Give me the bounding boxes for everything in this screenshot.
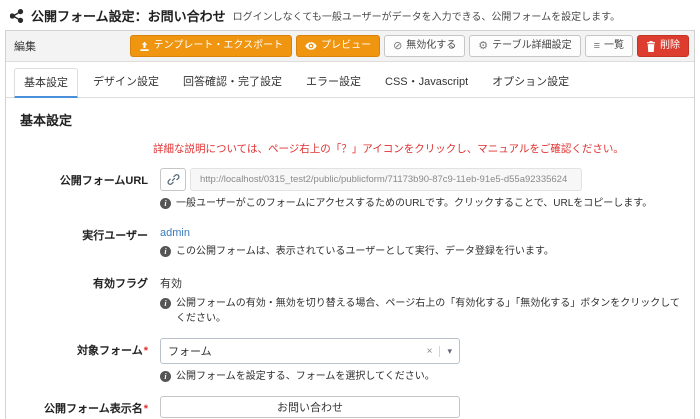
- disable-label: 無効化する: [406, 40, 456, 52]
- info-icon: i: [160, 246, 171, 257]
- field-row-public-form-url: 公開フォームURL http://localhost/0315_test2/pu…: [20, 168, 680, 211]
- page-subtitle: ログインしなくても一般ユーザーがデータを入力できる、公開フォームを設定します。: [233, 8, 621, 23]
- display-name-label: 公開フォーム表示名*: [20, 396, 160, 419]
- enabled-flag-info: 公開フォームの有効・無効を切り替える場合、ページ右上の「有効化する」「無効化する…: [176, 296, 680, 326]
- field-row-enabled-flag: 有効フラグ 有効 i 公開フォームの有効・無効を切り替える場合、ページ右上の「有…: [20, 271, 680, 326]
- link-icon: [167, 173, 180, 186]
- settings-tabs: 基本設定 デザイン設定 回答確認・完了設定 エラー設定 CSS・Javascri…: [6, 62, 694, 98]
- run-user-value[interactable]: admin: [160, 223, 190, 239]
- tab-css-javascript[interactable]: CSS・Javascript: [376, 68, 477, 97]
- run-user-info: この公開フォームは、表示されているユーザーとして実行、データ登録を行います。: [176, 244, 554, 259]
- template-export-label: テンプレート・エクスポート: [154, 40, 283, 52]
- field-row-run-user: 実行ユーザー admin i この公開フォームは、表示されているユーザーとして実…: [20, 223, 680, 259]
- toolbar: 編集 テンプレート・エクスポート プレビュー ⊘ 無効化する ⚙ テーブル詳細設…: [6, 31, 694, 62]
- public-form-url-label: 公開フォームURL: [20, 168, 160, 211]
- target-form-value: フォーム: [168, 343, 423, 359]
- trash-icon: [646, 41, 656, 52]
- table-settings-label: テーブル詳細設定: [492, 40, 571, 52]
- tab-basic-settings[interactable]: 基本設定: [14, 68, 78, 98]
- list-label: 一覧: [604, 40, 624, 52]
- page-title: 公開フォーム設定：お問い合わせ: [31, 6, 226, 25]
- display-name-label-text: 公開フォーム表示名: [44, 403, 143, 415]
- ban-icon: ⊘: [393, 41, 402, 52]
- export-icon: [139, 41, 150, 52]
- edit-mode-label: 編集: [11, 38, 36, 54]
- public-form-url-info: 一般ユーザーがこのフォームにアクセスするためのURLです。クリックすることで、U…: [176, 196, 652, 211]
- required-mark: *: [144, 345, 148, 357]
- list-icon: ≡: [594, 41, 600, 52]
- target-form-select[interactable]: フォーム × ▾: [160, 338, 460, 364]
- gear-icon: ⚙: [478, 41, 488, 52]
- info-icon: i: [160, 198, 171, 209]
- tab-design-settings[interactable]: デザイン設定: [84, 68, 168, 97]
- tab-confirm-complete-settings[interactable]: 回答確認・完了設定: [174, 68, 291, 97]
- target-form-label-text: 対象フォーム: [77, 345, 143, 357]
- tab-error-settings[interactable]: エラー設定: [297, 68, 370, 97]
- page-header: 公開フォーム設定：お問い合わせ ログインしなくても一般ユーザーがデータを入力でき…: [0, 0, 700, 30]
- template-export-button[interactable]: テンプレート・エクスポート: [130, 35, 292, 57]
- delete-button[interactable]: 削除: [637, 35, 689, 57]
- clear-icon[interactable]: ×: [423, 346, 440, 357]
- share-icon: [10, 9, 24, 23]
- preview-label: プレビュー: [321, 40, 371, 52]
- section-heading: 基本設定: [20, 110, 680, 129]
- preview-icon: [305, 40, 317, 52]
- tab-option-settings[interactable]: オプション設定: [483, 68, 578, 97]
- display-name-input[interactable]: [160, 396, 460, 418]
- preview-button[interactable]: プレビュー: [296, 35, 380, 57]
- table-settings-button[interactable]: ⚙ テーブル詳細設定: [469, 35, 580, 57]
- target-form-label: 対象フォーム*: [20, 338, 160, 384]
- delete-label: 削除: [660, 40, 680, 52]
- main-frame: 編集 テンプレート・エクスポート プレビュー ⊘ 無効化する ⚙ テーブル詳細設…: [5, 30, 695, 419]
- field-row-display-name: 公開フォーム表示名* i 画面に表示する名前を入力してください。: [20, 396, 680, 419]
- public-form-url-value[interactable]: http://localhost/0315_test2/public/publi…: [190, 168, 582, 191]
- manual-notice: 詳細な説明については、ページ右上の「？」アイコンをクリックし、マニュアルをご確認…: [153, 141, 680, 156]
- target-form-info: 公開フォームを設定する、フォームを選択してください。: [176, 369, 435, 384]
- run-user-label: 実行ユーザー: [20, 223, 160, 259]
- enabled-flag-label: 有効フラグ: [20, 271, 160, 326]
- chevron-down-icon[interactable]: ▾: [439, 346, 452, 357]
- required-mark: *: [144, 403, 148, 415]
- field-row-target-form: 対象フォーム* フォーム × ▾ i 公開フォームを設定する、フォームを選択して…: [20, 338, 680, 384]
- enabled-flag-value: 有効: [160, 271, 182, 291]
- toolbar-buttons: テンプレート・エクスポート プレビュー ⊘ 無効化する ⚙ テーブル詳細設定 ≡…: [130, 35, 689, 57]
- basic-settings-panel: 基本設定 詳細な説明については、ページ右上の「？」アイコンをクリックし、マニュア…: [6, 98, 694, 419]
- info-icon: i: [160, 298, 171, 309]
- list-button[interactable]: ≡ 一覧: [585, 35, 633, 57]
- info-icon: i: [160, 371, 171, 382]
- disable-button[interactable]: ⊘ 無効化する: [384, 35, 465, 57]
- copy-url-button[interactable]: [160, 168, 186, 191]
